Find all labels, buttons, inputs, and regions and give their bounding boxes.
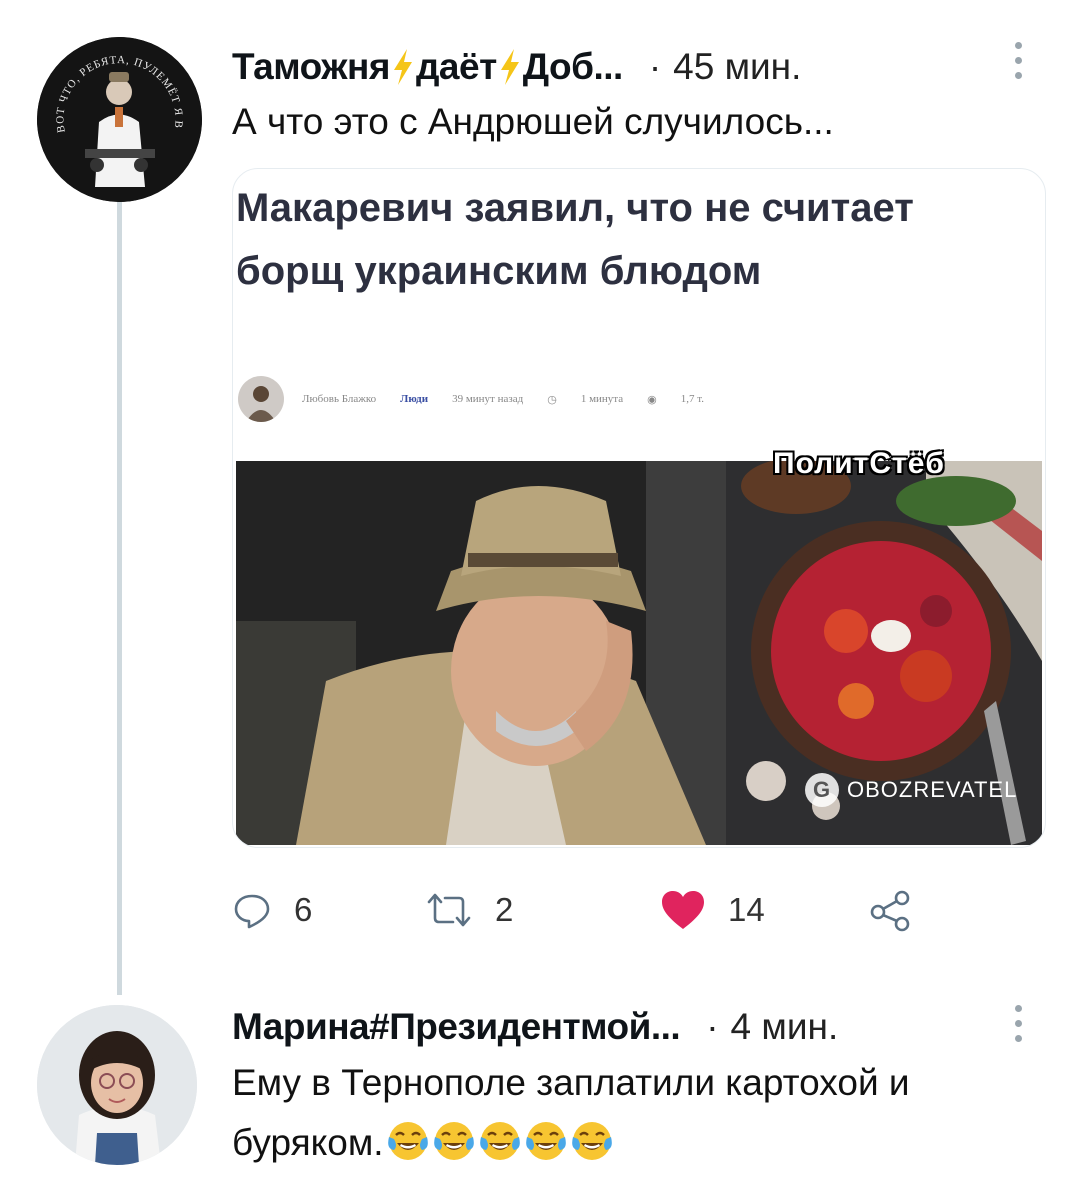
face-with-tears-of-joy-icon — [387, 1122, 428, 1160]
author-name[interactable]: даёт — [416, 46, 497, 88]
avatar-image — [37, 1005, 197, 1165]
avatar-marina[interactable] — [37, 1005, 197, 1165]
brand-icon: G — [805, 773, 839, 807]
face-with-tears-of-joy-icon — [479, 1122, 520, 1160]
heart-icon — [662, 891, 704, 929]
like-button[interactable]: 14 — [660, 880, 765, 940]
separator-dot: · — [706, 1006, 719, 1047]
face-with-tears-of-joy-icon — [433, 1122, 474, 1160]
tweet1-header: Таможня даёт Доб... · 45 мин. — [232, 45, 801, 89]
reply-count: 6 — [294, 891, 313, 928]
thread-connector-line — [117, 195, 122, 995]
avatar-image: ВОТ ЧТО, РЕБЯТА, ПУЛЕМЁТ Я ВАМ НЕ ДАМ — [37, 37, 202, 202]
tweet1-text: А что это с Андрюшей случилось... — [232, 101, 834, 142]
brand-logo: G OBOZREVATEL — [805, 773, 1017, 807]
timestamp[interactable]: 45 мин. — [673, 46, 801, 88]
like-count: 14 — [728, 891, 765, 928]
author-name[interactable]: Таможня — [232, 46, 390, 88]
card-posted: 39 минут назад — [452, 393, 524, 405]
tweet2-text: Ему в Тернополе заплатили картохой и бур… — [232, 1053, 1052, 1173]
reply-button[interactable]: 6 — [232, 880, 312, 940]
retweet-icon — [427, 893, 471, 927]
retweet-count: 2 — [495, 891, 514, 928]
card-headline: Макаревич заявил, что не считает борщ ук… — [236, 186, 914, 293]
card-author-avatar — [238, 376, 284, 422]
more-vertical-icon[interactable] — [1015, 42, 1023, 82]
lightning-icon — [500, 49, 519, 85]
watermark-text: ПолитСтёб — [773, 447, 945, 480]
tweet2-header: Марина#Президентмой... · 4 мин. — [232, 1005, 838, 1049]
card-author: Любовь Блажко — [302, 393, 377, 405]
lightning-icon — [393, 49, 412, 85]
link-preview-card[interactable]: Макаревич заявил, что не считает борщ ук… — [232, 168, 1046, 848]
author-name[interactable]: Марина#Президентмой... — [232, 1006, 681, 1048]
card-meta: Любовь Блажко Люди 39 минут назад ◷ 1 ми… — [238, 374, 728, 424]
emoji-row — [384, 1122, 614, 1163]
card-category: Люди — [400, 393, 429, 405]
eye-icon: ◉ — [647, 393, 657, 406]
card-views: 1,7 т. — [680, 393, 704, 405]
reply-icon — [234, 894, 270, 929]
timestamp[interactable]: 4 мин. — [731, 1006, 839, 1048]
separator-dot: · — [648, 46, 662, 87]
brand-name: OBOZREVATEL — [847, 777, 1018, 802]
share-button[interactable] — [868, 880, 934, 940]
author-name[interactable]: Доб... — [523, 46, 624, 88]
face-with-tears-of-joy-icon — [571, 1122, 612, 1160]
more-vertical-icon[interactable] — [1015, 1005, 1023, 1045]
avatar-tamozhnya[interactable]: ВОТ ЧТО, РЕБЯТА, ПУЛЕМЁТ Я ВАМ НЕ ДАМ — [37, 37, 202, 202]
retweet-button[interactable]: 2 — [425, 880, 513, 940]
face-with-tears-of-joy-icon — [525, 1122, 566, 1160]
share-icon — [870, 890, 910, 932]
clock-icon: ◷ — [547, 393, 557, 406]
card-read-time: 1 минута — [580, 393, 624, 405]
